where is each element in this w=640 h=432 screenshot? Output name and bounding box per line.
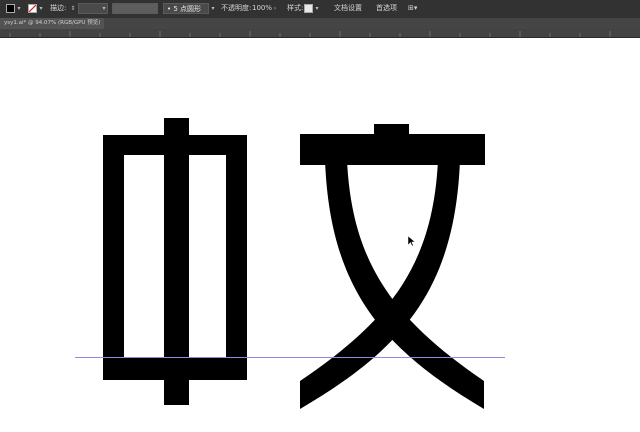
artboard-canvas[interactable]	[0, 38, 640, 432]
ruler-ticks	[9, 31, 611, 37]
style-label: 样式:	[287, 4, 304, 12]
control-bar: ▾ ▾ 描边: ⇕ ▾ • 5 点圆形 ▾ 不透明度: 100% › 样式: ▾…	[0, 0, 640, 19]
opacity-label[interactable]: 不透明度:	[221, 3, 251, 14]
fill-swatch[interactable]	[6, 4, 15, 13]
preferences-button[interactable]: 首选项	[376, 3, 397, 14]
chevron-down-icon[interactable]: ▾	[314, 3, 320, 14]
horizontal-ruler[interactable]	[0, 29, 640, 38]
stroke-swatch[interactable]	[28, 4, 37, 13]
arrange-documents-icon[interactable]: ⊞▾	[408, 3, 417, 14]
document-tab-bar: ysy1.ai* @ 94.07% (RGB/GPU 预览)	[0, 18, 640, 29]
document-tab[interactable]: ysy1.ai* @ 94.07% (RGB/GPU 预览)	[0, 18, 105, 29]
opacity-value[interactable]: 100%	[252, 3, 272, 14]
glyph-wen[interactable]	[300, 124, 485, 409]
variable-width-profile[interactable]	[112, 3, 158, 14]
stroke-label: 描边:	[50, 4, 67, 12]
glyph-zhong[interactable]	[103, 118, 247, 405]
document-setup-button[interactable]: 文档设置	[334, 3, 362, 14]
chevron-down-icon[interactable]: ▾	[101, 3, 107, 14]
chevron-down-icon[interactable]: ▾	[38, 3, 44, 14]
selection-cursor-icon	[407, 235, 416, 247]
chevron-down-icon[interactable]: ▾	[16, 3, 22, 14]
artwork	[75, 118, 505, 409]
brush-label: 5 点圆形	[173, 5, 202, 13]
document-tab-title: ysy1.ai* @ 94.07% (RGB/GPU 预览)	[4, 20, 101, 26]
brush-dot-icon: •	[167, 5, 172, 13]
style-swatch[interactable]	[304, 4, 313, 13]
chevron-down-icon[interactable]: ▾	[210, 3, 216, 14]
stepper-icon[interactable]: ⇕	[70, 3, 76, 14]
brush-definition-dropdown[interactable]: • 5 点圆形	[163, 3, 209, 14]
chevron-right-icon[interactable]: ›	[272, 3, 278, 14]
slash-no-stroke-icon	[29, 5, 36, 12]
